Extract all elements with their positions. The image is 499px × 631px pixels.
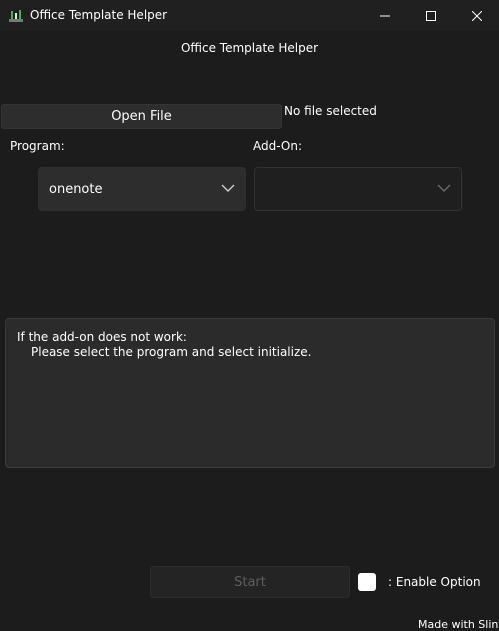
page-title: Office Template Helper <box>180 41 319 55</box>
footer-credit: Made with Slint <box>418 618 499 631</box>
chevron-down-icon <box>221 184 235 192</box>
app-icon <box>9 10 23 22</box>
minimize-icon <box>380 15 390 16</box>
close-icon <box>472 10 482 21</box>
program-label: Program: <box>10 139 65 153</box>
info-heading: If the add-on does not work: <box>17 330 187 344</box>
info-text-box[interactable]: If the add-on does not work: Please sele… <box>5 318 495 468</box>
enable-option-checkbox[interactable] <box>358 573 376 591</box>
addon-select[interactable] <box>254 167 462 211</box>
enable-option-label: : Enable Option <box>388 575 481 589</box>
maximize-button[interactable] <box>408 0 454 31</box>
program-select[interactable]: onenote <box>38 167 246 211</box>
maximize-icon <box>426 10 436 21</box>
info-instruction: Please select the program and select ini… <box>31 345 312 359</box>
window-title: Office Template Helper <box>30 8 168 22</box>
close-button[interactable] <box>454 0 499 31</box>
minimize-button[interactable] <box>362 0 408 31</box>
start-button[interactable]: Start <box>150 566 350 598</box>
title-bar[interactable]: Office Template Helper <box>0 0 499 31</box>
open-file-button[interactable]: Open File <box>1 104 282 129</box>
chevron-down-icon <box>437 184 451 192</box>
program-select-value: onenote <box>49 182 103 197</box>
file-status-text: No file selected <box>284 104 377 118</box>
addon-label: Add-On: <box>253 139 302 153</box>
